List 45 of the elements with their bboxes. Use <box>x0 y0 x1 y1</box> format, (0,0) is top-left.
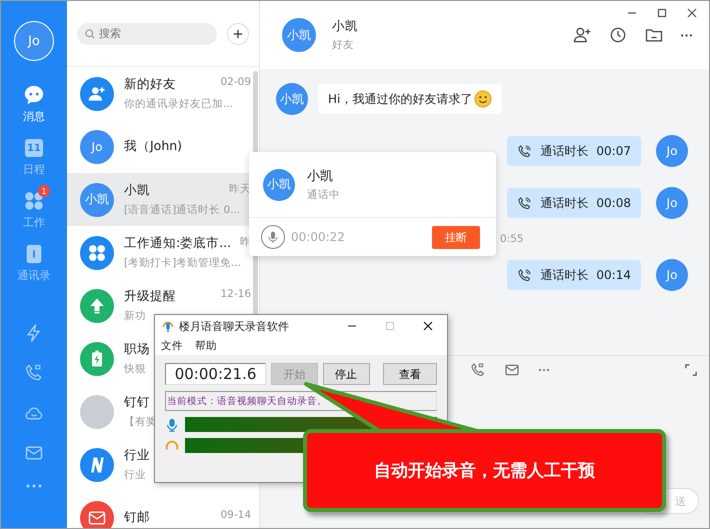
callout-text: 自动开始录音，无需人工干预 <box>374 460 595 482</box>
contact-avatar: 小凯 <box>282 18 316 52</box>
elapsed-time-display: 00:00:21.6 <box>165 363 266 385</box>
contact-name: 小凯 <box>332 18 358 35</box>
chat-name: 职场 <box>124 341 150 358</box>
chat-name: 小凯 <box>124 182 150 199</box>
chat-name: 新的好友 <box>124 76 176 93</box>
contact-avatar: 小凯 <box>263 168 295 200</box>
chat-preview: [考勤打卡]考勤管理免... <box>124 256 242 270</box>
call-duration-label: 通话时长 <box>540 194 588 212</box>
call-duration: 00:14 <box>596 268 631 282</box>
chat-time: 昨 <box>240 235 251 250</box>
call-duration-label: 通话时长 <box>540 266 588 284</box>
contact-avatar: Jo <box>80 130 114 164</box>
chat-time: 09-14 <box>220 509 251 523</box>
chat-name: 我（John) <box>124 138 182 155</box>
contact-status: 好友 <box>332 38 355 52</box>
call-duration-label: 通话时长 <box>540 142 588 160</box>
chat-name: 行业 <box>124 447 150 464</box>
chat-preview: 快狠 <box>124 362 146 376</box>
chat-preview: 新功 <box>124 309 146 323</box>
chat-time: 12-16 <box>220 288 251 302</box>
window-title: 楼月语音聊天录音软件 <box>179 318 289 334</box>
user-avatar: Jo <box>656 135 688 167</box>
call-duration: 00:08 <box>596 196 631 210</box>
call-duration: 00:07 <box>596 144 631 158</box>
call-status: 通话中 <box>307 188 340 202</box>
message-timestamp: 0:55 <box>500 233 524 245</box>
unread-badge: 1 <box>38 185 50 197</box>
chat-name: 升级提醒 <box>124 288 176 305</box>
user-avatar: Jo <box>656 259 688 291</box>
user-avatar: Jo <box>656 187 688 219</box>
message-bubble: Hi，我通过你的好友请求了 <box>318 84 502 114</box>
chat-name: 钉邮 <box>124 509 150 526</box>
chat-preview: 行业 <box>124 468 146 482</box>
chat-name: 钉钉 <box>124 394 150 411</box>
chat-preview: 你的通讯录好友已加... <box>124 97 234 111</box>
call-timer: 00:00:22 <box>291 230 345 244</box>
chat-name: 工作通知:娄底市... <box>124 235 232 252</box>
contact-avatar: 小凯 <box>276 83 308 115</box>
calendar-icon: 11 <box>25 139 43 157</box>
contact-avatar: 小凯 <box>80 182 114 216</box>
caller-name: 小凯 <box>307 168 334 185</box>
chat-time: 02-09 <box>220 76 251 90</box>
chat-preview: [语音通话]通话时长 0... <box>124 203 240 217</box>
